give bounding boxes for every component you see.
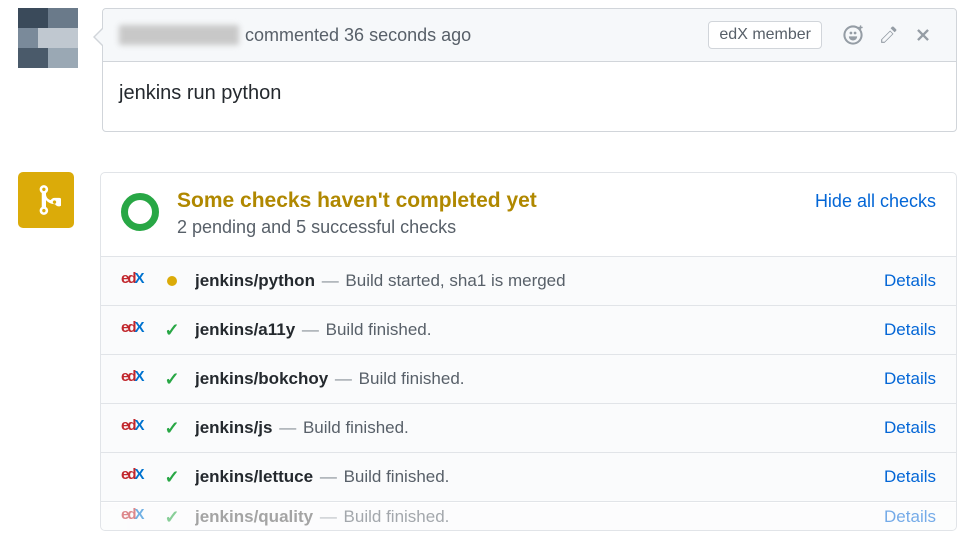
check-description: jenkins/bokchoy — Build finished. <box>195 369 872 389</box>
check-row: edX ✓ jenkins/lettuce — Build finished. Det… <box>101 453 956 502</box>
check-context: jenkins/a11y <box>195 320 295 339</box>
avatar[interactable] <box>18 8 78 68</box>
comment-header: commented 36 seconds ago edX member <box>103 9 956 62</box>
details-link[interactable]: Details <box>884 467 936 487</box>
check-context: jenkins/bokchoy <box>195 369 328 388</box>
check-icon: ✓ <box>163 507 181 528</box>
check-context: jenkins/quality <box>195 507 313 526</box>
checks-title: Some checks haven't completed yet <box>177 189 815 213</box>
check-context: jenkins/lettuce <box>195 467 313 486</box>
check-description: jenkins/python — Build started, sha1 is … <box>195 271 872 291</box>
check-description: jenkins/js — Build finished. <box>195 418 872 438</box>
close-icon[interactable] <box>914 26 932 44</box>
check-icon: ✓ <box>163 320 181 341</box>
check-row: edX ✓ jenkins/bokchoy — Build finished. Det… <box>101 355 956 404</box>
merge-checks-panel: Some checks haven't completed yet 2 pend… <box>18 172 957 531</box>
details-link[interactable]: Details <box>884 369 936 389</box>
check-app-icon: edX <box>121 270 145 292</box>
check-app-icon: edX <box>121 368 145 390</box>
check-app-icon: edX <box>121 506 145 528</box>
member-badge: edX member <box>708 21 822 49</box>
check-icon: ✓ <box>163 418 181 439</box>
checks-list: edX jenkins/python — Build started, sha1 … <box>101 256 956 530</box>
author-name-redacted[interactable] <box>119 25 239 45</box>
add-reaction-icon[interactable] <box>842 24 864 46</box>
merge-status-icon <box>18 172 74 228</box>
details-link[interactable]: Details <box>884 271 936 291</box>
comment-timestamp: commented 36 seconds ago <box>245 25 471 46</box>
comment-body: jenkins run python <box>103 62 956 131</box>
check-description: jenkins/quality — Build finished. <box>195 507 872 527</box>
check-app-icon: edX <box>121 417 145 439</box>
hide-all-checks-link[interactable]: Hide all checks <box>815 191 936 212</box>
comment-box: commented 36 seconds ago edX member jenk… <box>102 8 957 132</box>
details-link[interactable]: Details <box>884 418 936 438</box>
comment: commented 36 seconds ago edX member jenk… <box>18 8 957 132</box>
checks-summary: Some checks haven't completed yet 2 pend… <box>101 173 956 256</box>
check-icon: ✓ <box>163 467 181 488</box>
check-app-icon: edX <box>121 466 145 488</box>
checks-subtitle: 2 pending and 5 successful checks <box>177 217 815 238</box>
status-donut-icon <box>121 193 159 231</box>
check-row: edX ✓ jenkins/quality — Build finished. Det… <box>101 503 956 531</box>
check-app-icon: edX <box>121 319 145 341</box>
edit-icon[interactable] <box>880 26 898 44</box>
check-description: jenkins/a11y — Build finished. <box>195 320 872 340</box>
pending-dot-icon <box>163 276 181 286</box>
check-context: jenkins/python <box>195 271 315 290</box>
check-context: jenkins/js <box>195 418 272 437</box>
check-icon: ✓ <box>163 369 181 390</box>
check-row: edX ✓ jenkins/js — Build finished. Details <box>101 404 956 453</box>
check-row: edX ✓ jenkins/a11y — Build finished. Detail… <box>101 306 956 355</box>
details-link[interactable]: Details <box>884 507 936 527</box>
check-row: edX jenkins/python — Build started, sha1 … <box>101 257 956 306</box>
details-link[interactable]: Details <box>884 320 936 340</box>
check-description: jenkins/lettuce — Build finished. <box>195 467 872 487</box>
